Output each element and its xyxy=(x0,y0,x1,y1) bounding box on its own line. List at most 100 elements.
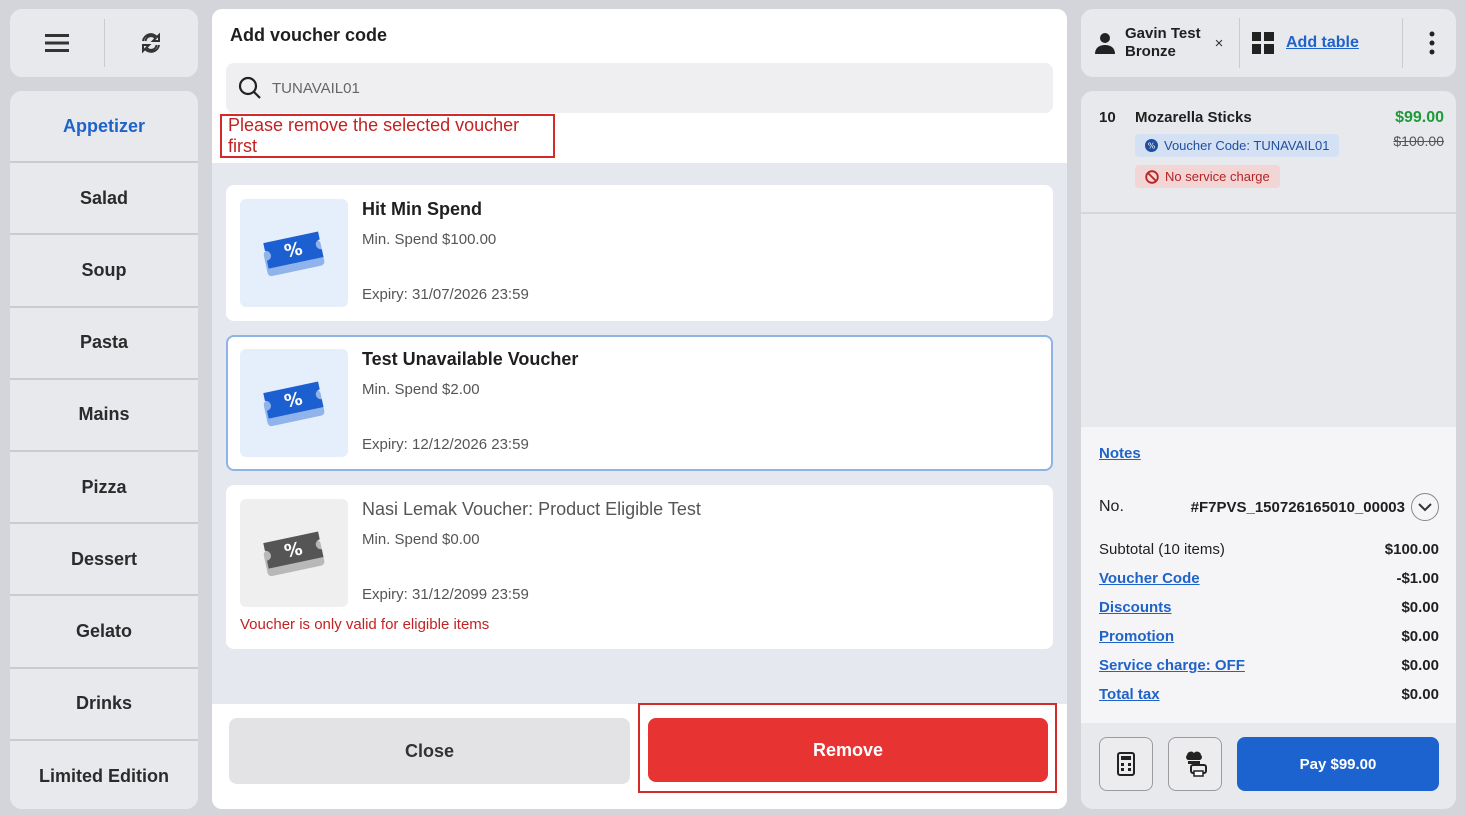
item-name: Mozarella Sticks xyxy=(1135,109,1252,126)
divider xyxy=(1402,18,1403,68)
no-service-charge-label: No service charge xyxy=(1165,169,1270,184)
voucher-badge-icon: % xyxy=(1145,139,1158,152)
customer-name: Gavin Test xyxy=(1125,25,1201,42)
total-tax-value: $0.00 xyxy=(1401,686,1439,703)
category-pizza[interactable]: Pizza xyxy=(10,452,198,525)
add-voucher-modal: Add voucher code TUNAVAIL01 Please remov… xyxy=(212,9,1067,809)
left-toolbar xyxy=(10,9,198,77)
close-button[interactable]: Close xyxy=(229,718,630,784)
voucher-chip-label: Voucher Code: TUNAVAIL01 xyxy=(1164,138,1330,153)
notes-link[interactable]: Notes xyxy=(1099,445,1141,462)
discounts-value: $0.00 xyxy=(1401,599,1439,616)
voucher-card[interactable]: % Hit Min Spend Min. Spend $100.00 Expir… xyxy=(226,185,1053,321)
item-original-price: $100.00 xyxy=(1393,133,1444,149)
item-prices: $99.00 $100.00 xyxy=(1393,109,1444,212)
order-header: Gavin Test Bronze × Add table xyxy=(1081,9,1456,77)
promotion-value: $0.00 xyxy=(1401,628,1439,645)
voucher-title: Hit Min Spend xyxy=(362,199,482,219)
promotion-row: Promotion $0.00 xyxy=(1099,622,1439,651)
voucher-ticket-icon: % xyxy=(263,381,325,427)
pay-button[interactable]: Pay $99.00 xyxy=(1237,737,1439,791)
remove-button-highlight: Remove xyxy=(638,703,1057,793)
order-number-label: No. xyxy=(1099,498,1124,515)
category-drinks[interactable]: Drinks xyxy=(10,669,198,741)
remove-button[interactable]: Remove xyxy=(648,718,1048,782)
person-icon xyxy=(1095,33,1115,54)
add-table-button[interactable]: Add table xyxy=(1252,32,1402,54)
modal-title: Add voucher code xyxy=(230,25,388,45)
voucher-min-spend: Min. Spend $100.00 xyxy=(362,231,497,248)
promotion-link[interactable]: Promotion xyxy=(1099,628,1174,645)
voucher-title: Nasi Lemak Voucher: Product Eligible Tes… xyxy=(362,499,701,519)
order-items: 10 Mozarella Sticks % Voucher Code: TUNA… xyxy=(1081,91,1456,427)
order-actions: Pay $99.00 xyxy=(1081,723,1456,809)
service-charge-value: $0.00 xyxy=(1401,657,1439,674)
voucher-thumbnail: % xyxy=(240,199,348,307)
subtotal-value: $100.00 xyxy=(1384,541,1439,558)
modal-footer: Close Remove xyxy=(212,703,1067,809)
discounts-link[interactable]: Discounts xyxy=(1099,599,1172,616)
refresh-icon xyxy=(142,32,161,54)
category-limited-edition[interactable]: Limited Edition xyxy=(10,741,198,809)
refresh-button[interactable] xyxy=(105,9,199,77)
svg-text:%: % xyxy=(1148,142,1156,151)
voucher-card-selected[interactable]: % Test Unavailable Voucher Min. Spend $2… xyxy=(226,335,1053,471)
calculator-button[interactable] xyxy=(1099,737,1153,791)
category-soup[interactable]: Soup xyxy=(10,235,198,308)
category-salad[interactable]: Salad xyxy=(10,163,198,236)
total-tax-link[interactable]: Total tax xyxy=(1099,686,1160,703)
chef-printer-icon xyxy=(1186,751,1207,777)
menu-button[interactable] xyxy=(10,9,104,77)
customer-names: Gavin Test Bronze xyxy=(1125,25,1201,61)
voucher-row: Voucher Code -$1.00 xyxy=(1099,564,1439,593)
calculator-icon xyxy=(1117,752,1135,776)
customer-info[interactable]: Gavin Test Bronze × xyxy=(1081,25,1239,61)
item-price: $99.00 xyxy=(1395,109,1444,126)
voucher-expiry: Expiry: 31/12/2099 23:59 xyxy=(362,586,529,603)
no-service-charge-chip: No service charge xyxy=(1135,165,1280,188)
summary-rows: Subtotal (10 items) $100.00 Voucher Code… xyxy=(1099,535,1439,709)
remove-customer-button[interactable]: × xyxy=(1215,35,1224,52)
service-charge-row: Service charge: OFF $0.00 xyxy=(1099,651,1439,680)
customer-tier: Bronze xyxy=(1125,43,1176,60)
category-appetizer[interactable]: Appetizer xyxy=(10,91,198,164)
category-mains[interactable]: Mains xyxy=(10,380,198,452)
voucher-value: -$1.00 xyxy=(1396,570,1439,587)
error-message: Please remove the selected voucher first xyxy=(220,114,555,158)
search-icon xyxy=(238,76,261,99)
voucher-chip: % Voucher Code: TUNAVAIL01 xyxy=(1135,134,1340,157)
voucher-eligibility-error: Voucher is only valid for eligible items xyxy=(240,616,490,633)
table-grid-icon xyxy=(1252,32,1274,54)
voucher-title: Test Unavailable Voucher xyxy=(362,349,579,369)
voucher-search-input[interactable]: TUNAVAIL01 xyxy=(226,63,1053,113)
voucher-expiry: Expiry: 31/07/2026 23:59 xyxy=(362,286,529,303)
order-summary: Notes No. #F7PVS_150726165010_00003 Subt… xyxy=(1081,427,1456,723)
item-quantity: 10 xyxy=(1099,109,1116,126)
kebab-menu-icon xyxy=(1429,31,1435,55)
total-tax-row: Total tax $0.00 xyxy=(1099,680,1439,709)
voucher-list: % Hit Min Spend Min. Spend $100.00 Expir… xyxy=(212,163,1067,704)
voucher-thumbnail: % xyxy=(240,349,348,457)
more-options-button[interactable] xyxy=(1417,9,1435,77)
divider xyxy=(1239,18,1240,68)
order-number: No. #F7PVS_150726165010_00003 xyxy=(1099,493,1439,521)
hamburger-icon xyxy=(44,34,69,52)
order-number-dropdown[interactable] xyxy=(1411,493,1439,521)
category-dessert[interactable]: Dessert xyxy=(10,524,198,597)
voucher-ticket-icon: % xyxy=(263,531,325,577)
voucher-thumbnail: % xyxy=(240,499,348,607)
kitchen-print-button[interactable] xyxy=(1168,737,1222,791)
prohibited-icon xyxy=(1145,169,1159,184)
category-pasta[interactable]: Pasta xyxy=(10,308,198,380)
add-table-link[interactable]: Add table xyxy=(1286,34,1359,52)
service-charge-link[interactable]: Service charge: OFF xyxy=(1099,657,1245,674)
category-gelato[interactable]: Gelato xyxy=(10,596,198,669)
subtotal-row: Subtotal (10 items) $100.00 xyxy=(1099,535,1439,564)
search-value: TUNAVAIL01 xyxy=(272,79,360,97)
voucher-code-link[interactable]: Voucher Code xyxy=(1099,570,1200,587)
order-line-item[interactable]: 10 Mozarella Sticks % Voucher Code: TUNA… xyxy=(1081,91,1456,214)
order-number-value: #F7PVS_150726165010_00003 xyxy=(1190,498,1405,516)
discounts-row: Discounts $0.00 xyxy=(1099,593,1439,622)
voucher-card-disabled[interactable]: % Nasi Lemak Voucher: Product Eligible T… xyxy=(226,485,1053,649)
voucher-ticket-icon: % xyxy=(263,231,325,277)
